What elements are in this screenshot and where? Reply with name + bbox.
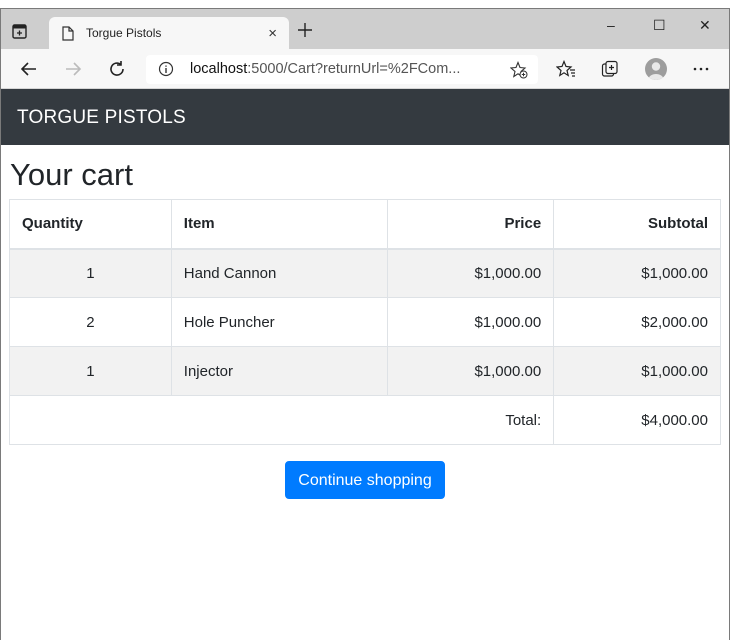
favorites-icon[interactable] (556, 60, 576, 78)
row-price: $1,000.00 (387, 248, 555, 298)
table-row: 1 Hand Cannon $1,000.00 $1,000.00 (9, 248, 721, 298)
header-quantity: Quantity (9, 199, 172, 250)
total-row: Total: $4,000.00 (8, 395, 721, 445)
add-favorite-icon[interactable] (510, 61, 528, 79)
row-price: $1,000.00 (387, 297, 555, 347)
table-row: 2 Hole Puncher $1,000.00 $2,000.00 (9, 297, 721, 347)
row-item: Hand Cannon (170, 248, 389, 298)
tab-close-icon[interactable]: × (268, 25, 277, 42)
row-item: Hole Puncher (170, 297, 389, 347)
table-row: 1 Injector $1,000.00 $1,000.00 (9, 346, 721, 396)
tab-title: Torgue Pistols (86, 26, 162, 40)
more-options-icon[interactable] (693, 67, 709, 71)
browser-toolbar: localhost:5000/Cart?returnUrl=%2FCom... (1, 49, 729, 89)
minimize-icon[interactable]: – (607, 17, 615, 33)
back-icon[interactable] (20, 60, 38, 78)
row-price: $1,000.00 (387, 346, 555, 396)
close-window-icon[interactable]: ✕ (699, 17, 711, 34)
header-subtotal: Subtotal (553, 199, 721, 250)
info-icon[interactable] (158, 61, 174, 77)
row-subtotal: $2,000.00 (553, 297, 721, 347)
new-tab-icon[interactable] (297, 22, 313, 38)
forward-icon[interactable] (64, 60, 82, 78)
continue-shopping-button[interactable]: Continue shopping (285, 461, 445, 499)
profile-avatar-icon[interactable] (645, 58, 667, 80)
page-title: Your cart (10, 157, 133, 192)
row-item: Injector (170, 346, 389, 396)
row-quantity: 1 (9, 346, 172, 396)
row-quantity: 1 (9, 248, 172, 298)
header-item: Item (170, 199, 389, 250)
site-navbar: TORGUE PISTOLS (1, 89, 729, 145)
brand-link[interactable]: TORGUE PISTOLS (17, 107, 186, 129)
address-bar[interactable]: localhost:5000/Cart?returnUrl=%2FCom... (146, 55, 538, 84)
cart-table: Quantity Item Price Subtotal 1 Hand Cann… (8, 199, 721, 445)
row-subtotal: $1,000.00 (553, 248, 721, 298)
title-bar: Torgue Pistols × – ☐ ✕ (1, 9, 729, 49)
table-header-row: Quantity Item Price Subtotal (9, 199, 721, 250)
main-content: Your cart Quantity Item Price Subtotal 1… (1, 157, 729, 499)
maximize-icon[interactable]: ☐ (653, 17, 666, 34)
row-subtotal: $1,000.00 (553, 346, 721, 396)
total-label: Total: (8, 395, 555, 445)
browser-window: Torgue Pistols × – ☐ ✕ localhost:5000/Ca… (0, 8, 730, 640)
total-value: $4,000.00 (553, 395, 721, 445)
tab-actions-icon[interactable] (11, 23, 29, 41)
refresh-icon[interactable] (108, 60, 126, 78)
row-quantity: 2 (9, 297, 172, 347)
page-icon (62, 26, 74, 41)
actions: Continue shopping (9, 461, 721, 499)
collections-icon[interactable] (601, 60, 619, 78)
browser-tab[interactable]: Torgue Pistols × (49, 17, 289, 49)
header-price: Price (387, 199, 555, 250)
url-text: localhost:5000/Cart?returnUrl=%2FCom... (190, 61, 461, 77)
